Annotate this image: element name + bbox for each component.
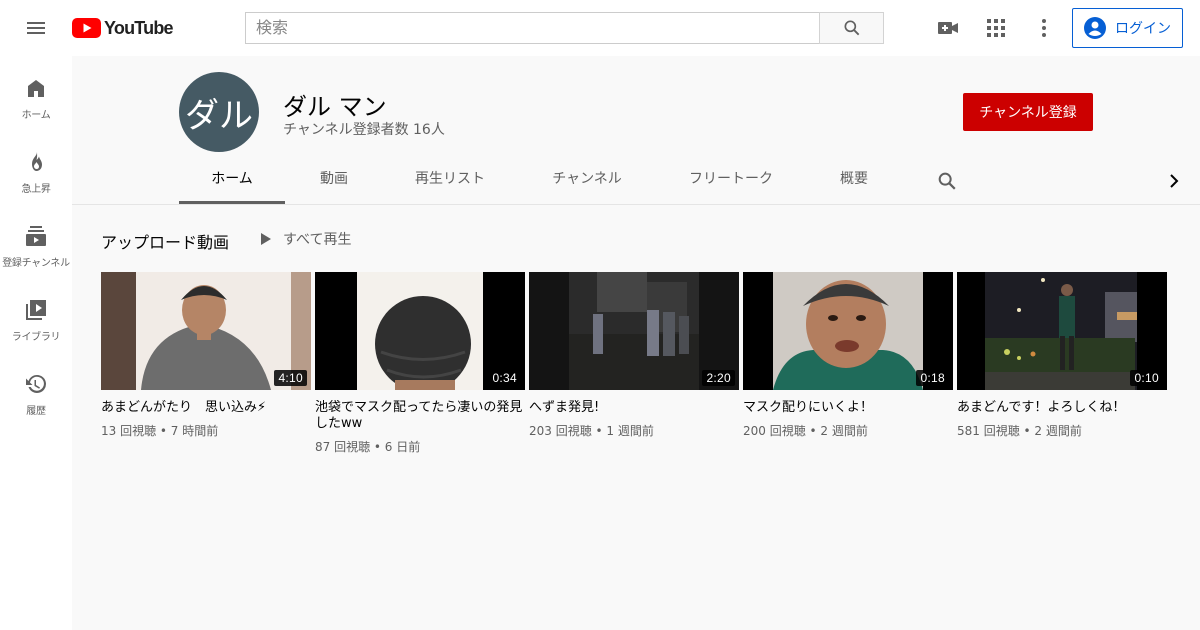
play-icon [261,233,271,245]
search-input[interactable]: 検索 [245,12,820,44]
sidebar-item-label: ライブラリ [11,332,61,343]
youtube-logo[interactable]: YouTube [72,17,174,38]
sidebar-item-home[interactable]: ホーム [0,56,72,130]
sidebar-item-label: 履歴 [26,406,46,417]
channel-header: ダル ダル マン チャンネル登録者数 16人 チャンネル登録 ホーム 動画 再生… [72,56,1200,204]
play-all-button[interactable]: すべて再生 [259,229,351,249]
play-all-label: すべて再生 [283,232,352,248]
sidebar: ホーム 急上昇 登録チャンネル ライブラリ 履歴 [0,56,72,630]
library-icon [26,300,46,320]
video-thumbnail[interactable]: 0:18 [743,272,953,390]
video-meta: 200 回視聴 • 2 週間前 [743,424,868,438]
video-title[interactable]: あまどんです！よろしくね！ [957,400,1167,416]
fire-icon [32,152,42,171]
create-video-icon[interactable] [936,16,960,40]
video-meta: 13 回視聴 • 7 時間前 [101,424,219,438]
subscriber-count: チャンネル登録者数 16人 [283,122,445,138]
sidebar-item-library[interactable]: ライブラリ [0,278,72,352]
apps-grid-icon[interactable] [984,16,1008,40]
video-meta: 87 回視聴 • 6 日前 [315,440,421,454]
video-title[interactable]: へずま発見! [529,400,739,416]
video-thumbnail[interactable]: 0:10 [957,272,1167,390]
account-icon [1084,17,1106,39]
section-title[interactable]: アップロード動画 [101,229,229,253]
tab-about[interactable]: 概要 [828,168,880,204]
login-button[interactable]: ログイン [1072,8,1183,48]
sidebar-item-label: 登録チャンネル [2,258,70,269]
video-meta: 581 回視聴 • 2 週間前 [957,424,1082,438]
home-icon [28,80,44,97]
channel-name: ダル マン [283,93,387,121]
sidebar-item-label: 急上昇 [21,184,51,195]
tab-playlists[interactable]: 再生リスト [402,168,498,204]
video-thumbnail[interactable]: 0:34 [315,272,525,390]
channel-content: アップロード動画 すべて再生 4:10 あまどんがたり 思い込み⚡ 13 回視聴… [72,204,1200,630]
video-thumbnail[interactable]: 4:10 [101,272,311,390]
sidebar-item-history[interactable]: 履歴 [0,352,72,426]
sidebar-item-trending[interactable]: 急上昇 [0,130,72,204]
video-card[interactable]: 0:10 あまどんです！よろしくね！ 581 回視聴 • 2 週間前 [957,272,1167,439]
subscribe-button[interactable]: チャンネル登録 [963,93,1093,131]
video-duration: 4:10 [274,370,307,386]
search-icon [844,20,859,36]
video-duration: 0:34 [488,370,521,386]
subscriptions-icon [26,226,46,246]
tab-videos[interactable]: 動画 [304,168,364,204]
video-title[interactable]: マスク配りにいくよ！ [743,400,953,416]
tab-channels[interactable]: チャンネル [542,168,632,204]
video-card[interactable]: 0:18 マスク配りにいくよ！ 200 回視聴 • 2 週間前 [743,272,953,439]
video-duration: 0:10 [1130,370,1163,386]
video-thumbnail[interactable]: 2:20 [529,272,739,390]
logo-text: YouTube [104,17,174,38]
video-duration: 2:20 [702,370,735,386]
tab-discussion[interactable]: フリートーク [678,168,784,204]
tab-home[interactable]: ホーム [179,168,285,204]
channel-search-icon[interactable] [936,170,958,192]
history-icon [26,375,46,393]
channel-avatar[interactable]: ダル [179,72,259,152]
sidebar-item-subscriptions[interactable]: 登録チャンネル [0,204,72,278]
video-meta: 203 回視聴 • 1 週間前 [529,424,654,438]
video-card[interactable]: 2:20 へずま発見! 203 回視聴 • 1 週間前 [529,272,739,439]
top-bar: YouTube 検索 ログイン [0,0,1200,56]
more-vert-icon[interactable] [1032,16,1056,40]
video-title[interactable]: あまどんがたり 思い込み⚡ [101,400,311,416]
menu-icon[interactable] [24,16,48,40]
sidebar-item-label: ホーム [21,110,51,121]
search-button[interactable] [819,12,884,44]
video-card[interactable]: 4:10 あまどんがたり 思い込み⚡ 13 回視聴 • 7 時間前 [101,272,311,439]
chevron-right-icon[interactable] [1164,170,1184,192]
login-label: ログイン [1115,21,1171,37]
video-duration: 0:18 [916,370,949,386]
video-card[interactable]: 0:34 池袋でマスク配ってたら凄いの発見したww 87 回視聴 • 6 日前 [315,272,525,455]
video-title[interactable]: 池袋でマスク配ってたら凄いの発見したww [315,400,525,432]
